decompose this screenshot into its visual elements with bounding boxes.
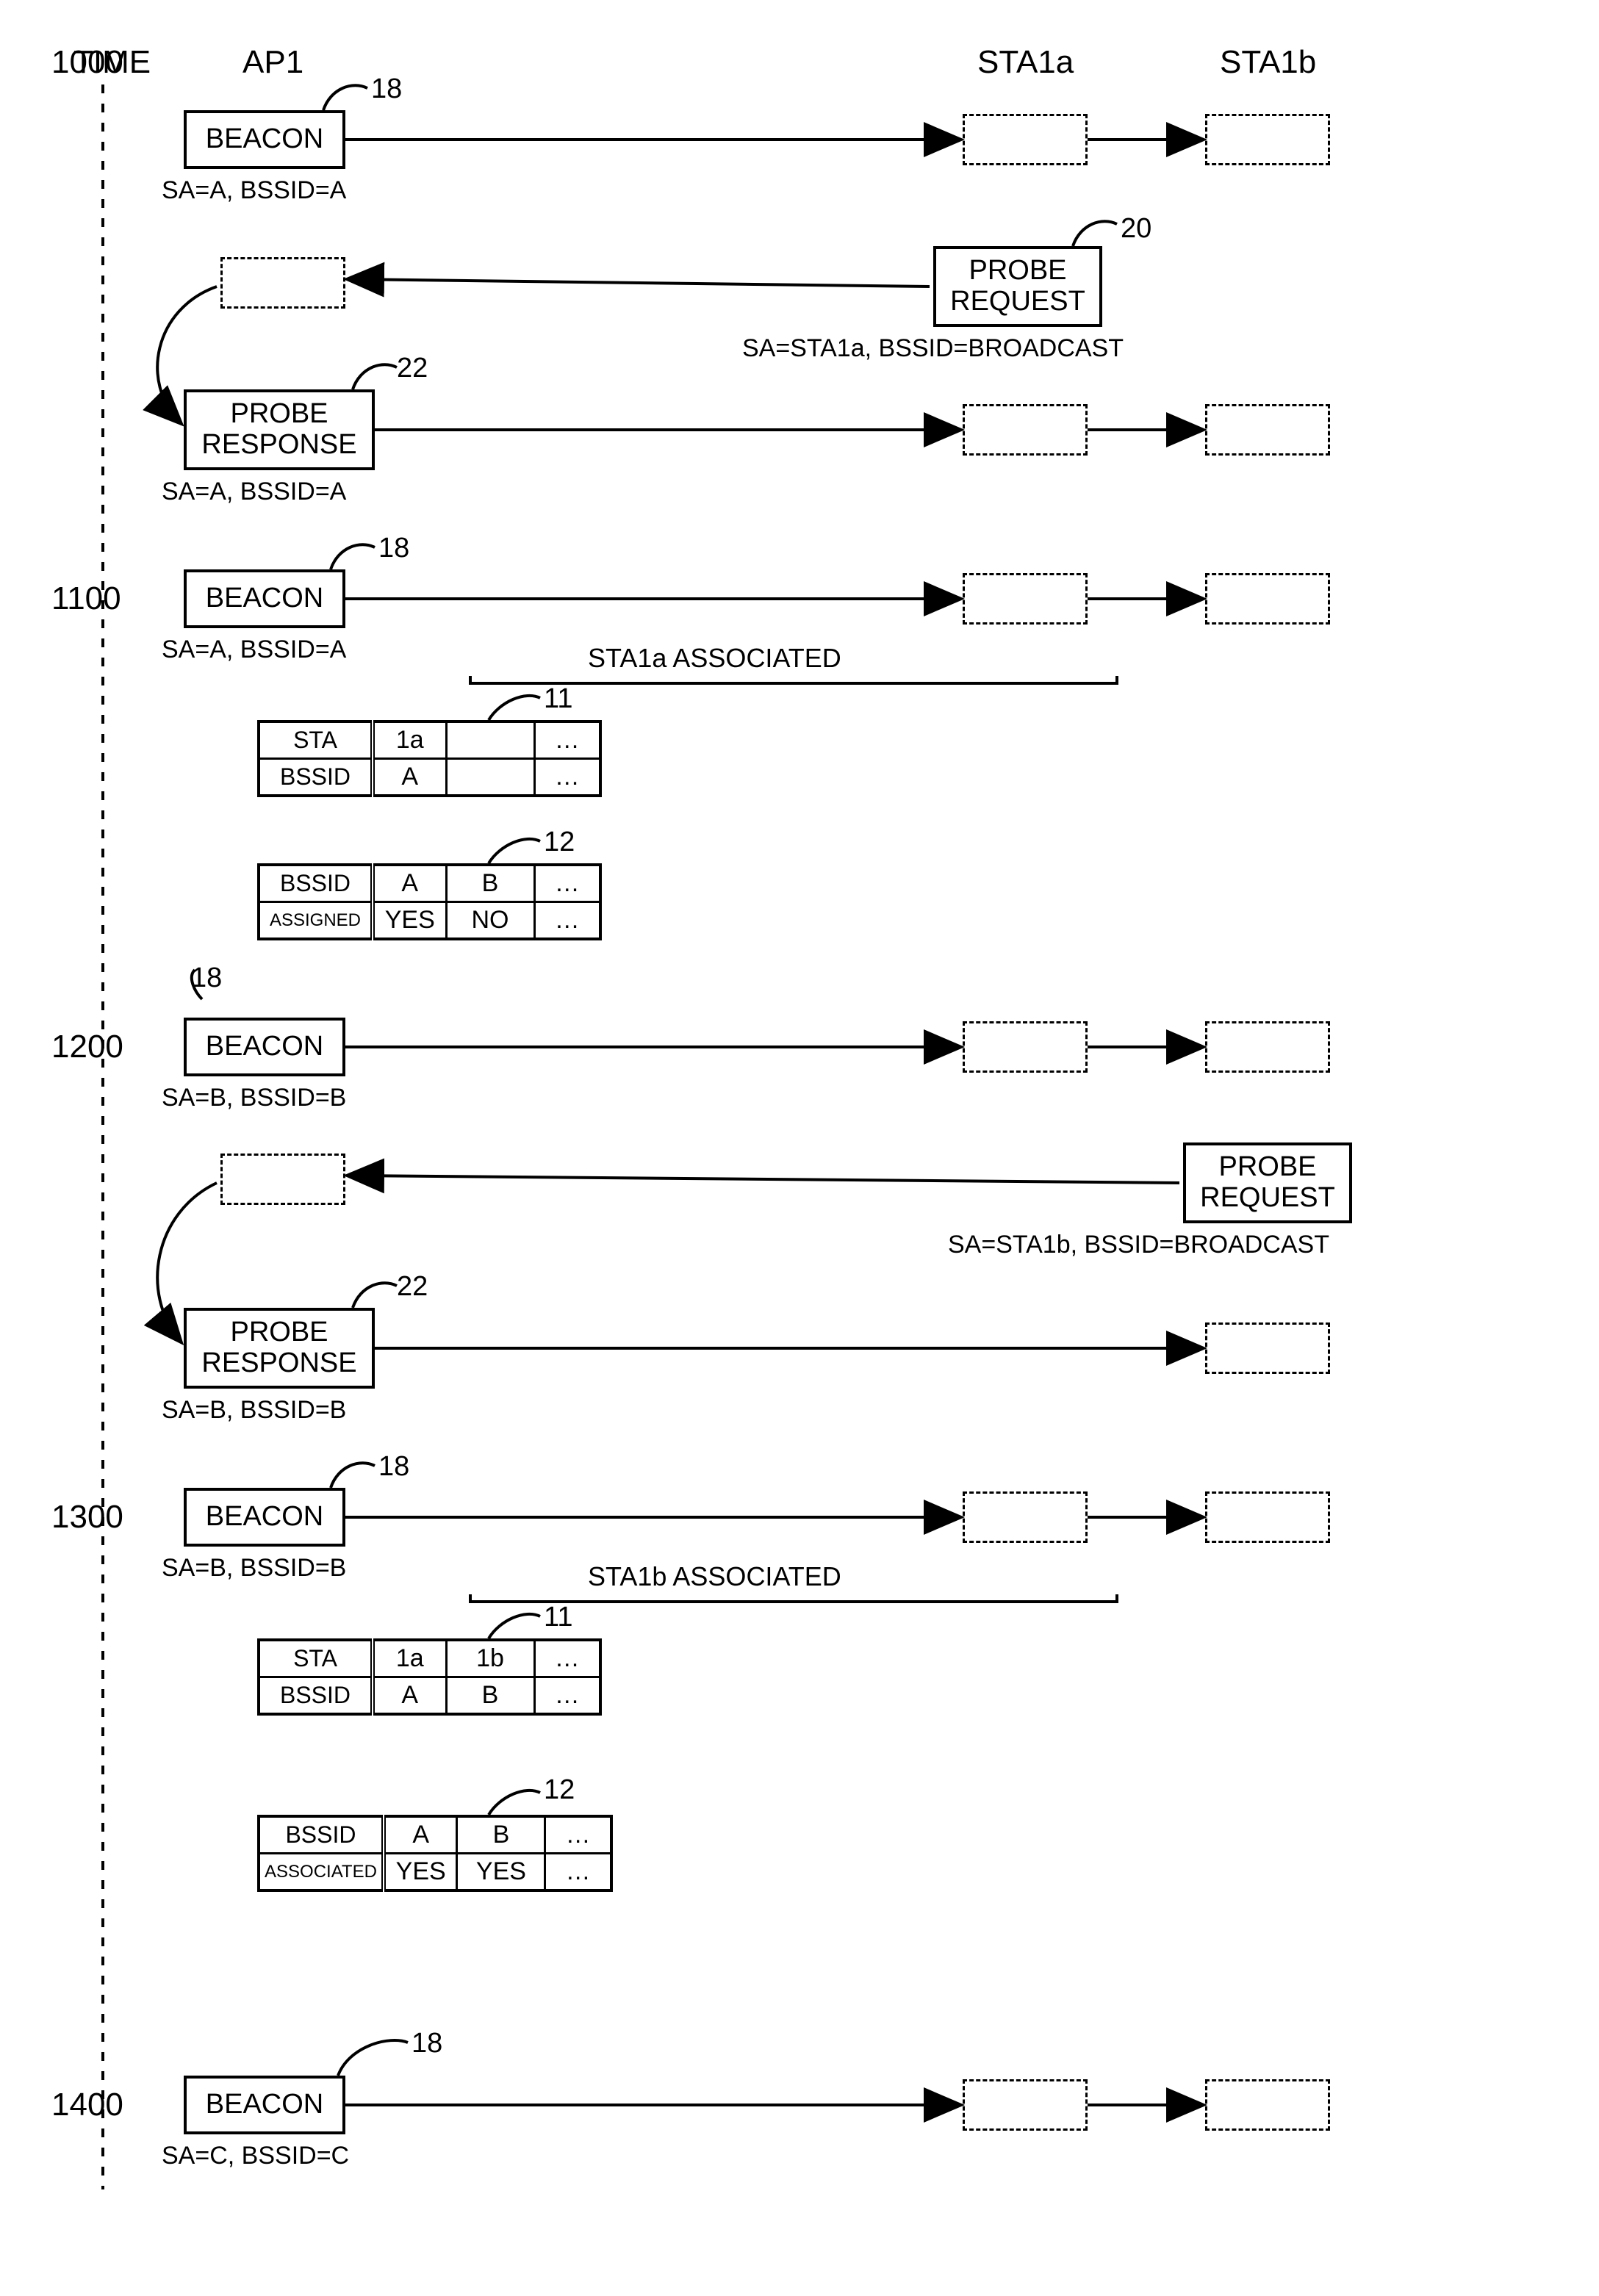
sub-sta1a: SA=STA1a, BSSID=BROADCAST	[742, 334, 1124, 363]
callout-20: 20	[1121, 213, 1151, 245]
dash-rx-1b-7	[1205, 2079, 1330, 2131]
dash-rx-1b-1	[1205, 114, 1330, 165]
header-ap1: AP1	[242, 44, 303, 81]
callout-18-4: 18	[378, 1451, 409, 1483]
beacon-box-5: BEACON	[184, 2076, 345, 2134]
sub-sta1b: SA=STA1b, BSSID=BROADCAST	[948, 1231, 1329, 1259]
callout-22-2: 22	[397, 1271, 428, 1303]
sub-sab-3: SA=B, BSSID=B	[162, 1554, 346, 1583]
time-1200: 1200	[51, 1029, 123, 1065]
sub-sac: SA=C, BSSID=C	[162, 2142, 349, 2170]
dash-rx-1b-3	[1205, 573, 1330, 625]
callout-18-1: 18	[371, 73, 402, 105]
dash-rx-ap-1	[220, 257, 345, 309]
beacon-box-1: BEACON	[184, 110, 345, 169]
dash-rx-ap-2	[220, 1154, 345, 1205]
dash-rx-1a-2	[963, 404, 1088, 456]
sequence-diagram: TIME AP1 STA1a STA1b 1000 1100 1200 1300…	[29, 44, 1573, 2248]
callout-12-2: 12	[544, 1774, 575, 1806]
sub-sab-2: SA=B, BSSID=B	[162, 1396, 346, 1425]
callout-11-2: 11	[544, 1602, 572, 1633]
beacon-box-2: BEACON	[184, 569, 345, 628]
time-1300: 1300	[51, 1499, 123, 1536]
table-12-b: BSSID A B … ASSOCIATED YES YES …	[257, 1815, 613, 1892]
time-1000: 1000	[51, 44, 123, 81]
probe-request-1b: PROBE REQUEST	[1183, 1142, 1352, 1223]
dash-rx-1b-5	[1205, 1322, 1330, 1374]
probe-request-1a: PROBE REQUEST	[933, 246, 1102, 327]
callout-18-2: 18	[378, 533, 409, 564]
beacon-box-4: BEACON	[184, 1488, 345, 1547]
time-1100: 1100	[51, 580, 121, 617]
table-12-a: BSSID A B … ASSIGNED YES NO …	[257, 863, 602, 940]
callout-18-3: 18	[191, 962, 222, 994]
callout-18-5: 18	[412, 2028, 442, 2059]
header-sta1a: STA1a	[977, 44, 1074, 81]
sub-saab-2: SA=A, BSSID=A	[162, 478, 346, 506]
sub-sab-1: SA=B, BSSID=B	[162, 1084, 346, 1112]
beacon-box-3: BEACON	[184, 1018, 345, 1076]
sub-saab-1: SA=A, BSSID=A	[162, 176, 346, 205]
callout-11-1: 11	[544, 683, 572, 715]
time-1400: 1400	[51, 2087, 123, 2123]
callout-22-1: 22	[397, 353, 428, 384]
table-11-a: STA 1a … BSSID A …	[257, 720, 602, 797]
probe-response-2: PROBE RESPONSE	[184, 1308, 375, 1389]
dash-rx-1b-2	[1205, 404, 1330, 456]
dash-rx-1a-1	[963, 114, 1088, 165]
callout-12-1: 12	[544, 827, 575, 858]
dash-rx-1a-4	[963, 1021, 1088, 1073]
assoc-1b-label: STA1b ASSOCIATED	[588, 1561, 841, 1592]
dash-rx-1a-6	[963, 2079, 1088, 2131]
dash-rx-1b-6	[1205, 1491, 1330, 1543]
header-sta1b: STA1b	[1220, 44, 1316, 81]
table-11-b: STA 1a 1b … BSSID A B …	[257, 1638, 602, 1716]
assoc-1a-label: STA1a ASSOCIATED	[588, 643, 841, 674]
probe-response-1: PROBE RESPONSE	[184, 389, 375, 470]
dash-rx-1b-4	[1205, 1021, 1330, 1073]
dash-rx-1a-3	[963, 573, 1088, 625]
sub-saab-3: SA=A, BSSID=A	[162, 636, 346, 664]
dash-rx-1a-5	[963, 1491, 1088, 1543]
